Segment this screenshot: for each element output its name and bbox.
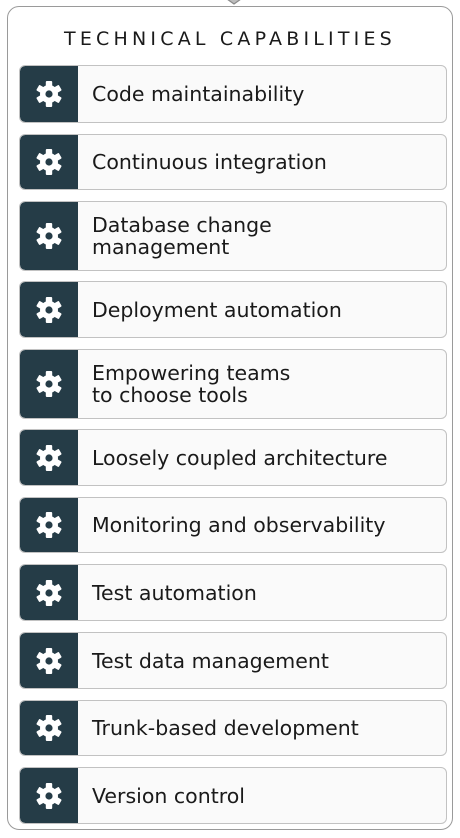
capability-label: Deployment automation [92, 297, 342, 322]
gear-icon [20, 701, 78, 755]
capability-label: Test data management [92, 648, 329, 673]
gear-icon [20, 135, 78, 189]
gear-icon [20, 66, 78, 122]
capability-label: Loosely coupled architecture [92, 445, 388, 470]
gear-icon [20, 282, 78, 337]
technical-capabilities-panel: TECHNICAL CAPABILITIES Code maintainabil… [7, 6, 453, 830]
gear-icon [20, 768, 78, 823]
gear-icon [20, 633, 78, 688]
capability-label: Test automation [92, 580, 257, 605]
capability-item: Code maintainability [19, 65, 447, 123]
capability-label: Version control [92, 783, 245, 808]
capability-item: Continuous integration [19, 134, 447, 190]
capability-item: Trunk-based development [19, 700, 447, 756]
capability-item: Database change management [19, 201, 447, 271]
capability-label: Continuous integration [92, 150, 327, 174]
capability-item: Empowering teams to choose tools [19, 349, 447, 419]
capability-item: Monitoring and observability [19, 497, 447, 553]
gear-icon [20, 498, 78, 552]
capability-item: Loosely coupled architecture [19, 429, 447, 486]
capability-item: Test data management [19, 632, 447, 689]
capability-item: Test automation [19, 564, 447, 621]
gear-icon [20, 350, 78, 418]
capability-label: Code maintainability [92, 82, 305, 106]
capability-item: Version control [19, 767, 447, 824]
capability-label: Database change management [92, 213, 272, 259]
gear-icon [20, 202, 78, 270]
panel-title: TECHNICAL CAPABILITIES [64, 28, 396, 50]
capability-label: Monitoring and observability [92, 513, 386, 537]
gear-icon [20, 430, 78, 485]
capability-item: Deployment automation [19, 281, 447, 338]
capability-label: Trunk-based development [92, 716, 359, 740]
capability-label: Empowering teams to choose tools [92, 361, 291, 407]
gear-icon [20, 565, 78, 620]
